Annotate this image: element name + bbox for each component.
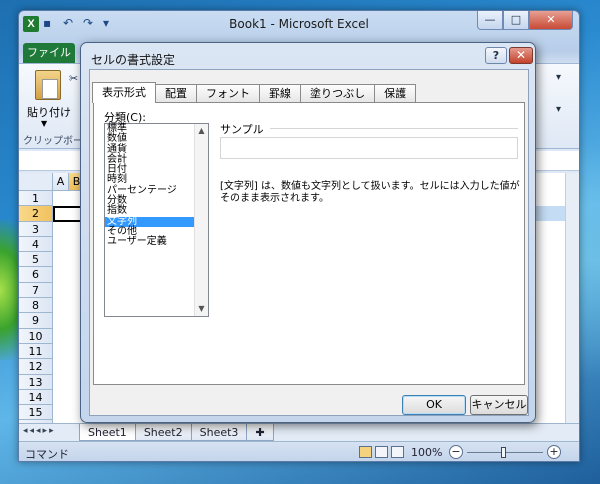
row-header-selected[interactable]: 2 (19, 206, 53, 222)
row-header[interactable]: 5 (19, 252, 53, 268)
row-header[interactable]: 10 (19, 328, 53, 344)
sheet-tabs: Sheet1 Sheet2 Sheet3 ✚ (79, 424, 274, 441)
tab-border[interactable]: 罫線 (259, 84, 301, 102)
ok-button[interactable]: OK (402, 395, 466, 415)
row-header[interactable]: 3 (19, 221, 53, 237)
category-items: 標準 数値 通貨 会計 日付 時刻 パーセンテージ 分数 指数 文字列 その他 … (105, 123, 195, 248)
sheet-tab-sheet1[interactable]: Sheet1 (79, 424, 136, 441)
title-bar: X ▪ ↶ ↷ ▾ Book1 - Microsoft Excel — □ ✕ (19, 11, 579, 39)
status-mode: コマンド (25, 448, 69, 461)
row-header[interactable]: 8 (19, 298, 53, 314)
cut-icon[interactable]: ✂ (69, 72, 78, 85)
ribbon-overflow-icon-2[interactable]: ▾ (556, 104, 561, 115)
dialog-body: 表示形式 配置 フォント 罫線 塗りつぶし 保護 分類(C): 標準 数値 通貨… (89, 69, 529, 416)
sample-divider (270, 128, 518, 129)
help-button[interactable]: ? (485, 47, 507, 64)
sample-label: サンプル (220, 121, 268, 137)
row-header[interactable]: 12 (19, 359, 53, 375)
zoom-level[interactable]: 100% (411, 446, 442, 459)
page-break-view-icon[interactable] (391, 446, 404, 458)
row-header[interactable]: 13 (19, 374, 53, 390)
vertical-scrollbar[interactable] (565, 173, 579, 423)
row-header[interactable]: 14 (19, 389, 53, 406)
paste-button-label[interactable]: 貼り付け (27, 104, 71, 120)
row-header[interactable]: 15 (19, 405, 53, 421)
row-headers: 1 2 3 4 5 6 7 8 9 10 11 12 13 14 15 16 (19, 191, 53, 436)
row-header[interactable]: 6 (19, 267, 53, 283)
sheet-tab-sheet3[interactable]: Sheet3 (190, 424, 248, 441)
ribbon-overflow-icon[interactable]: ▾ (556, 72, 561, 83)
row-header[interactable]: 4 (19, 236, 53, 253)
tab-file[interactable]: ファイル (23, 43, 75, 63)
tab-fill[interactable]: 塗りつぶし (300, 84, 376, 102)
select-all-corner[interactable] (19, 173, 53, 191)
paste-icon[interactable] (35, 70, 61, 100)
scroll-down-icon[interactable]: ▼ (195, 302, 208, 316)
tab-font[interactable]: フォント (196, 84, 260, 102)
zoom-in-icon[interactable]: + (547, 445, 561, 459)
zoom-slider-thumb[interactable] (501, 447, 506, 458)
cancel-button[interactable]: キャンセル (470, 395, 528, 415)
format-cells-dialog: セルの書式設定 ? ✕ 表示形式 配置 フォント 罫線 塗りつぶし 保護 分類(… (80, 42, 536, 423)
minimize-button[interactable]: — (477, 11, 503, 30)
row-header[interactable]: 7 (19, 282, 53, 299)
column-header-a[interactable]: A (53, 173, 69, 191)
row-header[interactable]: 9 (19, 313, 53, 329)
row-header[interactable]: 11 (19, 343, 53, 360)
normal-view-icon[interactable] (359, 446, 372, 458)
category-scrollbar[interactable]: ▲ ▼ (194, 124, 208, 316)
format-description: [文字列] は、数値も文字列として扱います。セルには入力した値がそのまま表示され… (220, 181, 520, 204)
close-button[interactable]: ✕ (529, 11, 573, 30)
dialog-title: セルの書式設定 (91, 53, 176, 67)
tab-number[interactable]: 表示形式 (92, 82, 156, 103)
sheet-tab-bar: ◂◂◂▸▸ Sheet1 Sheet2 Sheet3 ✚ (19, 423, 579, 441)
paste-dropdown-icon[interactable]: ▼ (41, 119, 47, 128)
zoom-out-icon[interactable]: − (449, 445, 463, 459)
page-layout-view-icon[interactable] (375, 446, 388, 458)
sample-group: サンプル (220, 121, 518, 159)
insert-sheet-icon[interactable]: ✚ (246, 424, 274, 441)
sheet-navigation-icons[interactable]: ◂◂◂▸▸ (23, 426, 56, 436)
tab-alignment[interactable]: 配置 (155, 84, 197, 102)
window-controls: — □ ✕ (477, 11, 573, 30)
status-bar: コマンド 100% − + (19, 441, 579, 461)
dialog-close-button[interactable]: ✕ (509, 47, 533, 64)
maximize-button[interactable]: □ (503, 11, 529, 30)
sheet-tab-sheet2[interactable]: Sheet2 (134, 424, 192, 441)
tab-protection[interactable]: 保護 (374, 84, 417, 102)
dialog-tabs: 表示形式 配置 フォント 罫線 塗りつぶし 保護 (92, 82, 417, 103)
category-item[interactable]: ユーザー定義 (105, 237, 195, 247)
row-header[interactable]: 1 (19, 191, 53, 207)
category-listbox[interactable]: 標準 数値 通貨 会計 日付 時刻 パーセンテージ 分数 指数 文字列 その他 … (104, 123, 209, 317)
view-buttons (359, 446, 404, 458)
sample-preview (220, 137, 518, 159)
number-tab-panel: 分類(C): 標準 数値 通貨 会計 日付 時刻 パーセンテージ 分数 指数 文… (93, 102, 525, 385)
scroll-up-icon[interactable]: ▲ (195, 124, 208, 138)
